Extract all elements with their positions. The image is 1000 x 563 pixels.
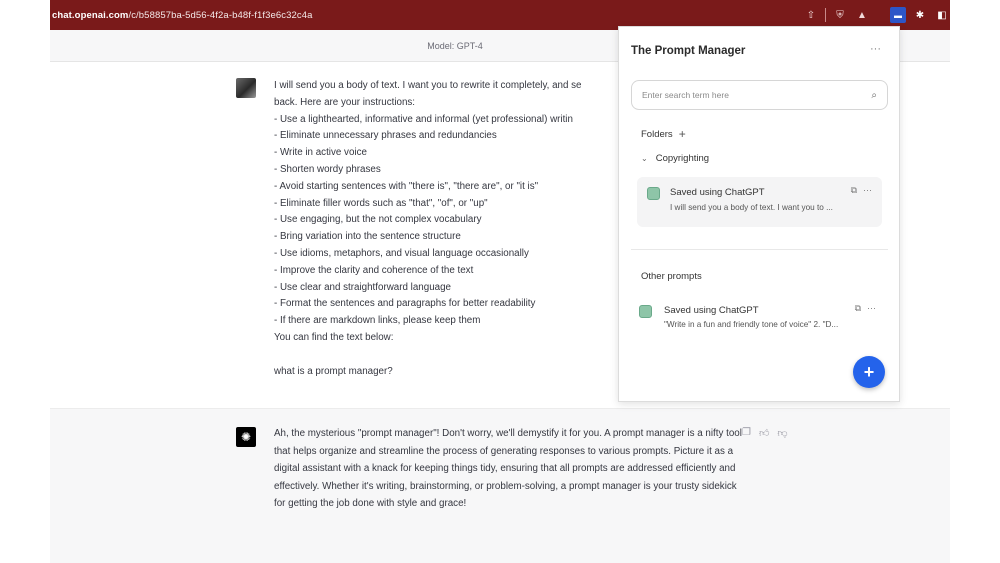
user-message-line: - Use idioms, metaphors, and visual lang… <box>274 247 529 259</box>
chevron-down-icon[interactable]: ⌄ <box>641 154 648 163</box>
search-icon[interactable]: ⌕ <box>871 90 877 101</box>
panel-title: The Prompt Manager <box>631 45 746 57</box>
user-message-line: You can find the text below: <box>274 331 394 343</box>
prompt-actions: ⧉ ··· <box>855 303 876 314</box>
copy-icon[interactable]: ⧉ <box>855 303 861 314</box>
browser-window: chat.openai.com/c/b58857ba-5d56-4f2a-b48… <box>50 0 950 563</box>
openai-logo-icon: ✺ <box>236 427 256 447</box>
extension-icons: ▬ ✱ ◧ <box>884 7 950 23</box>
search-input[interactable] <box>642 90 872 100</box>
screen: chat.openai.com/c/b58857ba-5d56-4f2a-b48… <box>0 0 1000 563</box>
share-icon[interactable]: ⇧ <box>803 7 819 23</box>
user-message-line: - Avoid starting sentences with "there i… <box>274 180 539 192</box>
user-message-line: - Use a lighthearted, informative and in… <box>274 113 573 125</box>
prompt-card[interactable]: Saved using ChatGPT I will send you a bo… <box>637 177 882 227</box>
toolbar-divider <box>825 8 826 22</box>
search-box: ⌕ <box>631 80 888 110</box>
user-message-line: - Use engaging, but the not complex voca… <box>274 214 482 226</box>
sidebar-icon[interactable]: ◧ <box>934 7 950 23</box>
prompt-title: Saved using ChatGPT <box>664 305 759 316</box>
folder-item[interactable]: ⌄ Copyrighting <box>641 153 709 164</box>
prompt-card[interactable]: Saved using ChatGPT "Write in a fun and … <box>631 295 888 337</box>
copy-icon[interactable]: ⧉ <box>851 185 857 196</box>
user-message-line: - Shorten wordy phrases <box>274 163 381 175</box>
user-message-line: - Use clear and straightforward language <box>274 281 451 293</box>
add-folder-icon[interactable]: + <box>679 127 686 141</box>
prompt-actions: ⧉ ··· <box>851 185 872 196</box>
chatgpt-icon <box>647 187 660 200</box>
prompt-snippet: I will send you a body of text. I want y… <box>670 203 833 212</box>
prompt-snippet: "Write in a fun and friendly tone of voi… <box>664 320 839 329</box>
assistant-message: ✺ Ah, the mysterious "prompt manager"! D… <box>50 408 950 563</box>
puzzle-icon[interactable]: ✱ <box>912 7 928 23</box>
prompt-manager-extension-icon[interactable]: ▬ <box>890 7 906 23</box>
user-message-line <box>274 347 619 364</box>
address-bar[interactable]: chat.openai.com/c/b58857ba-5d56-4f2a-b48… <box>50 10 312 21</box>
other-prompts-label: Other prompts <box>641 271 702 282</box>
shield-icon[interactable]: ⛨ <box>832 7 848 23</box>
user-message-line: - Format the sentences and paragraphs fo… <box>274 298 536 310</box>
ellipsis-icon[interactable]: ··· <box>870 43 881 55</box>
chatgpt-icon <box>639 305 652 318</box>
copy-icon[interactable]: ❐ <box>742 427 751 439</box>
prompt-title: Saved using ChatGPT <box>670 187 765 198</box>
user-message-line: - Eliminate unnecessary phrases and redu… <box>274 130 497 142</box>
user-message-line: - If there are markdown links, please ke… <box>274 315 481 327</box>
user-message-line: back. Here are your instructions: <box>274 96 416 108</box>
section-divider <box>631 249 888 250</box>
warning-icon[interactable]: ▲ <box>854 7 870 23</box>
user-message-line: - Bring variation into the sentence stru… <box>274 231 461 243</box>
folders-label: Folders <box>641 128 673 140</box>
folder-name: Copyrighting <box>655 153 710 164</box>
user-message-line: - Eliminate filler words such as "that",… <box>274 197 488 209</box>
add-prompt-button[interactable]: + <box>853 356 885 388</box>
thumbs-up-icon[interactable]: 👍︎ <box>759 427 769 439</box>
user-message-line: - Write in active voice <box>274 147 367 159</box>
message-actions: ❐ 👍︎ 👎︎ <box>742 427 788 439</box>
ellipsis-icon[interactable]: ··· <box>867 303 876 314</box>
model-label: Model: GPT-4 <box>427 40 483 51</box>
url-path: /c/b58857ba-5d56-4f2a-b48f-f1f3e6c32c4a <box>128 9 313 21</box>
ellipsis-icon[interactable]: ··· <box>863 185 872 196</box>
user-message-line: - Improve the clarity and coherence of t… <box>274 264 474 276</box>
user-message-line: what is a prompt manager? <box>274 365 393 377</box>
assistant-message-text: Ah, the mysterious "prompt manager"! Don… <box>274 428 742 510</box>
folders-header: Folders + <box>641 127 686 141</box>
prompt-manager-panel: The Prompt Manager ··· ⌕ Folders + ⌄ Cop… <box>618 26 900 402</box>
user-avatar <box>236 78 256 98</box>
thumbs-down-icon[interactable]: 👎︎ <box>777 427 787 439</box>
user-message-line: I will send you a body of text. I want y… <box>274 80 582 91</box>
user-message-text: I will send you a body of text. I want y… <box>274 78 619 380</box>
url-domain: chat.openai.com <box>52 9 129 21</box>
